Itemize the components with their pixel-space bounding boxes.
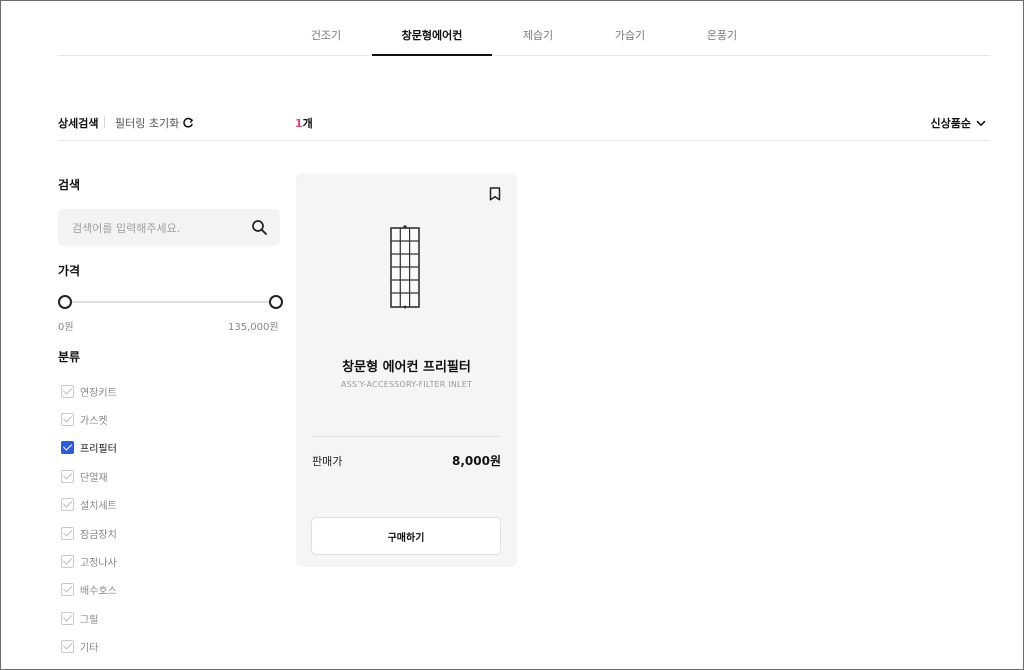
category-checkbox[interactable] [61,526,74,540]
sort-dropdown[interactable]: 신상품순 [931,115,986,131]
category-label: 연장키트 [80,387,117,399]
tab-window-aircon[interactable]: 창문형에어컨 [372,14,492,56]
tab-humidifier[interactable]: 가습기 [598,14,662,55]
price-section-title: 가격 [58,264,81,278]
category-label: 고정나사 [80,557,117,569]
category-label: 그릴 [80,614,99,626]
category-item[interactable]: 그릴 [61,609,98,627]
result-count: 1개 [295,115,313,131]
category-checkbox[interactable] [61,611,74,625]
tab-heater[interactable]: 온풍기 [690,14,754,55]
category-checkbox[interactable] [61,583,74,597]
search-box [58,209,280,246]
category-item[interactable]: 배수호스 [61,581,117,599]
price-range-slider [58,294,284,310]
product-name[interactable]: 창문형 에어컨 프리필터 [296,356,517,375]
category-label: 단열재 [80,472,108,484]
category-item[interactable]: 잠금장치 [61,524,117,542]
filter-reset-label: 필터링 초기화 [115,117,180,130]
slider-min-handle[interactable] [58,295,72,309]
category-label: 기타 [80,643,99,655]
slider-max-handle[interactable] [269,295,283,309]
buy-button[interactable]: 구매하기 [311,517,501,555]
category-label: 배수호스 [80,586,117,598]
category-checkbox[interactable] [61,469,74,483]
tab-dehumidifier[interactable]: 제습기 [506,14,570,55]
divider [104,116,105,128]
category-checkbox[interactable] [61,384,74,398]
category-label: 설치세트 [80,501,117,513]
category-checkbox[interactable] [61,441,74,455]
result-count-unit: 개 [302,117,313,130]
sort-label: 신상품순 [930,117,971,130]
chevron-down-icon [976,120,986,126]
price-value: 8,000원 [452,454,501,468]
product-card[interactable]: 창문형 에어컨 프리필터 ASS'Y-ACCESSORY-FILTER INLE… [296,173,517,567]
category-checkbox[interactable] [61,640,74,654]
price-max-label: 135,000원 [228,322,279,333]
category-label: 프리필터 [80,444,117,456]
detail-search-label: 상세검색 [58,117,99,130]
filter-reset-button[interactable]: 필터링 초기화 [115,115,194,131]
result-count-number: 1 [295,117,303,130]
category-checkbox[interactable] [61,554,74,568]
category-label: 가스켓 [80,415,108,427]
category-label: 잠금장치 [80,529,117,541]
card-divider [312,436,501,437]
tab-dryer[interactable]: 건조기 [294,14,358,55]
price-label: 판매가 [312,455,343,468]
price-min-label: 0원 [58,322,74,333]
filter-header: 상세검색 필터링 초기화 1개 신상품순 [58,110,990,141]
category-checkbox[interactable] [61,412,74,426]
refresh-icon [183,117,194,128]
category-item[interactable]: 기타 [61,638,98,656]
slider-track [65,301,277,303]
product-code: ASS'Y-ACCESSORY-FILTER INLET [340,380,473,389]
search-input[interactable] [72,218,242,238]
category-item[interactable]: 프리필터 [61,439,117,457]
category-item[interactable]: 고정나사 [61,552,117,570]
category-item[interactable]: 단열재 [61,467,108,485]
bookmark-icon[interactable] [489,187,501,201]
category-section-title: 분류 [58,350,81,364]
search-icon[interactable] [251,219,268,236]
category-item[interactable]: 설치세트 [61,496,117,514]
search-section-title: 검색 [58,178,81,192]
category-checkbox[interactable] [61,498,74,512]
category-item[interactable]: 가스켓 [61,410,108,428]
category-tabs: 건조기 창문형에어컨 제습기 가습기 온풍기 [58,14,990,56]
category-item[interactable]: 연장키트 [61,382,117,400]
filter-product-image [390,225,420,309]
